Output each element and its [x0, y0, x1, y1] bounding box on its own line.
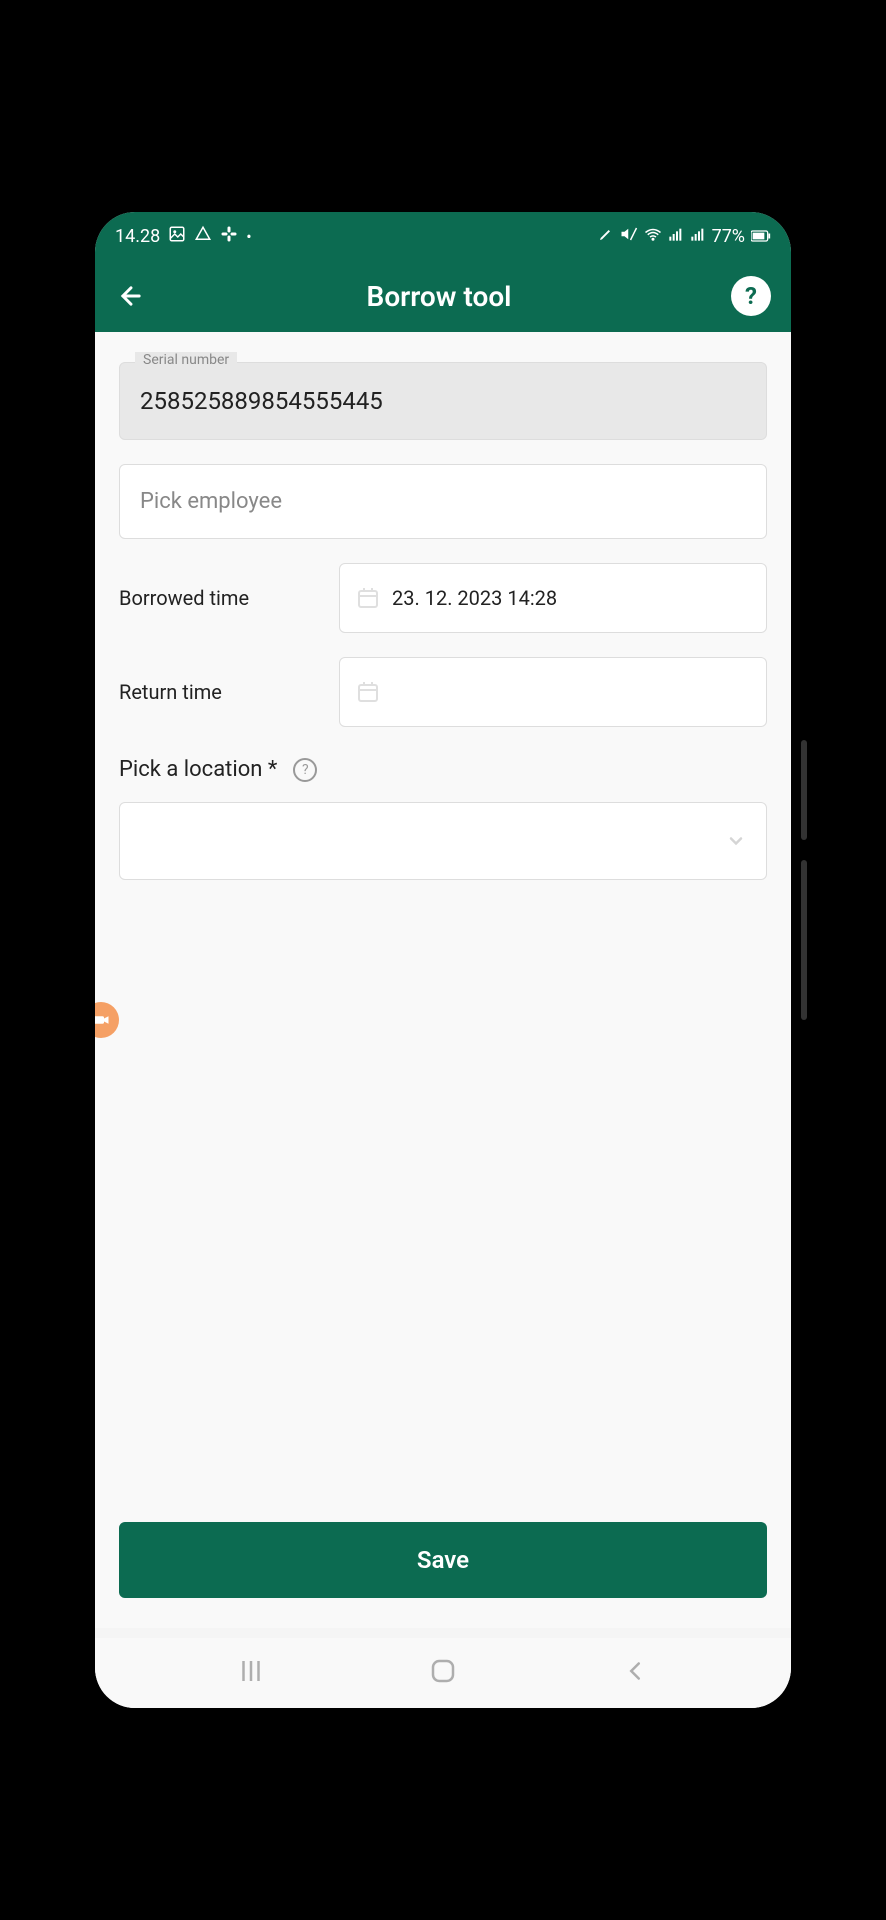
phone-screen: 14.28 • [95, 212, 791, 1708]
recents-icon [236, 1656, 266, 1686]
location-select[interactable] [119, 802, 767, 880]
home-button[interactable] [428, 1656, 458, 1690]
borrowed-time-input[interactable]: 23. 12. 2023 14:28 [339, 563, 767, 633]
recents-button[interactable] [236, 1656, 266, 1690]
return-time-row: Return time [119, 657, 767, 727]
page-title: Borrow tool [147, 280, 731, 313]
mute-icon [620, 225, 638, 247]
borrowed-time-value: 23. 12. 2023 14:28 [392, 586, 557, 610]
signal-icon [690, 226, 706, 246]
question-icon: ? [745, 282, 757, 310]
return-time-label: Return time [119, 680, 319, 704]
home-icon [428, 1656, 458, 1686]
help-button[interactable]: ? [731, 276, 771, 316]
battery-percent: 77% [712, 226, 745, 247]
serial-number-label: Serial number [135, 352, 237, 368]
status-bar-left: 14.28 • [115, 225, 252, 247]
triangle-icon [194, 225, 212, 247]
form-content: Serial number 258525889854555445 Pick em… [95, 332, 791, 1628]
battery-icon [751, 229, 771, 243]
return-time-input[interactable] [339, 657, 767, 727]
status-bar-right: 77% [598, 225, 771, 247]
nav-back-button[interactable] [620, 1656, 650, 1690]
serial-number-input[interactable]: 258525889854555445 [119, 362, 767, 440]
location-label: Pick a location * [119, 757, 277, 782]
info-icon[interactable]: ? [293, 758, 317, 782]
status-time: 14.28 [115, 226, 160, 247]
app-header: Borrow tool ? [95, 260, 791, 332]
phone-frame: 14.28 • [83, 200, 803, 1720]
chevron-left-icon [620, 1656, 650, 1686]
employee-input[interactable]: Pick employee [119, 464, 767, 539]
camera-icon [95, 1011, 110, 1029]
status-bar: 14.28 • [95, 212, 791, 260]
phone-side-button [801, 860, 807, 1020]
chevron-down-icon [726, 831, 746, 851]
location-label-row: Pick a location * ? [119, 757, 767, 782]
gallery-icon [168, 225, 186, 247]
dot-icon: • [246, 227, 251, 246]
calendar-icon [356, 680, 380, 704]
phone-side-button [801, 740, 807, 840]
pen-icon [598, 226, 614, 246]
serial-number-field: Serial number 258525889854555445 [119, 362, 767, 440]
back-button[interactable] [115, 280, 147, 312]
save-button[interactable]: Save [119, 1522, 767, 1598]
borrowed-time-label: Borrowed time [119, 586, 319, 610]
navigation-bar [95, 1638, 791, 1708]
slack-icon [220, 225, 238, 247]
signal-icon [668, 226, 684, 246]
borrowed-time-row: Borrowed time 23. 12. 2023 14:28 [119, 563, 767, 633]
wifi-icon [644, 225, 662, 247]
calendar-icon [356, 586, 380, 610]
employee-field: Pick employee [119, 464, 767, 539]
